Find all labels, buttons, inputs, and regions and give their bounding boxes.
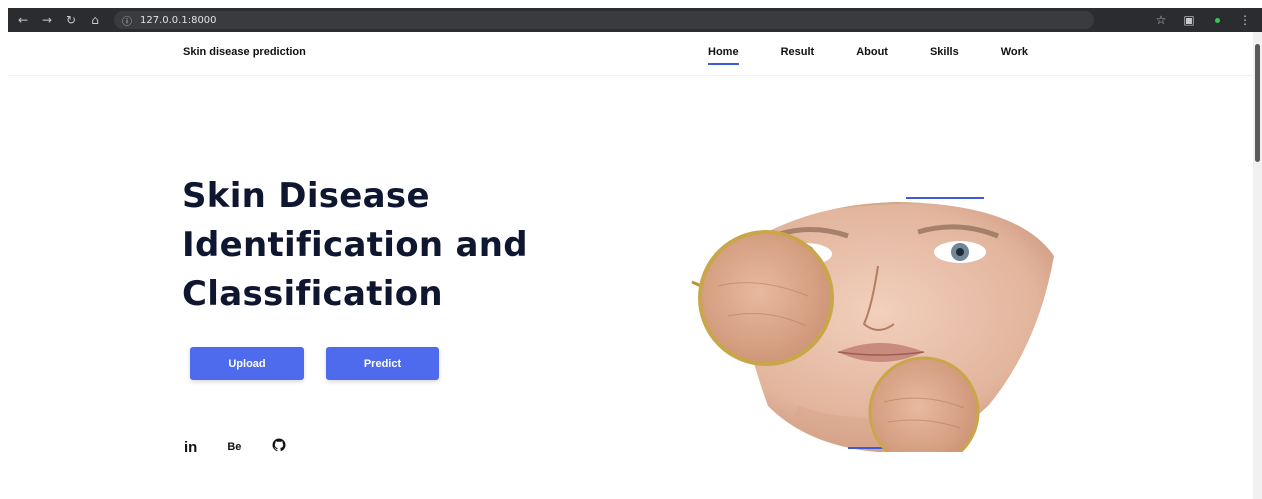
back-icon[interactable]: ← (14, 11, 32, 29)
forward-icon[interactable]: → (38, 11, 56, 29)
browser-toolbar: ← → ↻ ⌂ ⓘ 127.0.0.1:8000 ☆ ▣ ⋮ (8, 8, 1262, 32)
hero-title-line-2: Identification and (182, 225, 528, 265)
scrollbar-thumb[interactable] (1255, 44, 1260, 162)
page-scrollbar[interactable] (1253, 32, 1262, 499)
main-nav: Home Result About Skills Work (708, 46, 1070, 65)
nav-home[interactable]: Home (708, 46, 739, 65)
home-icon[interactable]: ⌂ (86, 11, 104, 29)
address-bar-url: 127.0.0.1:8000 (140, 14, 217, 26)
magnifier-lens-bottom (868, 356, 980, 452)
brand-title[interactable]: Skin disease prediction (183, 46, 306, 58)
hero-face-image (691, 197, 1054, 452)
github-glyph (272, 438, 286, 452)
address-bar[interactable]: ⓘ 127.0.0.1:8000 (114, 11, 1094, 29)
predict-button[interactable]: Predict (326, 347, 439, 380)
nav-work[interactable]: Work (1001, 46, 1028, 58)
reload-icon[interactable]: ↻ (62, 11, 80, 29)
github-icon[interactable] (271, 437, 287, 457)
extensions-icon[interactable]: ▣ (1180, 11, 1198, 29)
linkedin-icon[interactable]: in (184, 439, 197, 456)
nav-result[interactable]: Result (781, 46, 815, 58)
hero-title: Skin Disease Identification and Classifi… (182, 172, 662, 319)
menu-dots-icon[interactable]: ⋮ (1236, 11, 1254, 29)
hero-title-line-1: Skin Disease (182, 176, 430, 216)
status-dot-icon (1214, 17, 1220, 23)
site-info-icon[interactable]: ⓘ (122, 13, 132, 28)
upload-button[interactable]: Upload (190, 347, 304, 380)
profile-indicator[interactable] (1208, 11, 1226, 29)
site-header: Skin disease prediction Home Result Abou… (8, 32, 1253, 76)
social-links: in Be (184, 437, 317, 457)
nav-about[interactable]: About (856, 46, 888, 58)
magnifier-lens-left (691, 230, 834, 366)
nav-skills[interactable]: Skills (930, 46, 959, 58)
behance-icon[interactable]: Be (227, 441, 241, 453)
hero-title-line-3: Classification (182, 274, 443, 314)
bookmark-star-icon[interactable]: ☆ (1152, 11, 1170, 29)
